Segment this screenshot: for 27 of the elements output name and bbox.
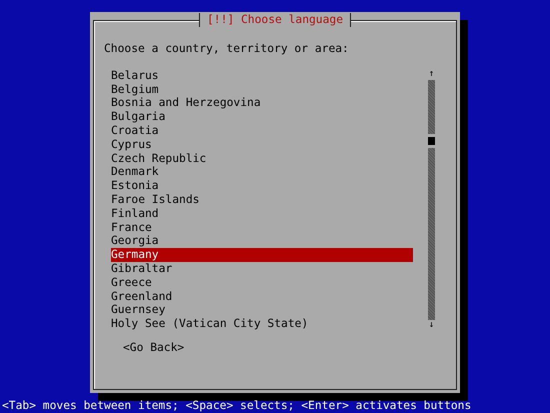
list-item[interactable]: Bulgaria xyxy=(111,110,413,124)
list-item[interactable]: Gibraltar xyxy=(111,262,413,276)
list-item[interactable]: Croatia xyxy=(111,124,413,138)
list-item[interactable]: Greece xyxy=(111,276,413,290)
help-line: <Tab> moves between items; <Space> selects; <Enter> activates buttons xyxy=(1,399,472,413)
list-item[interactable]: Greenland xyxy=(111,290,413,304)
list-item[interactable]: France xyxy=(111,220,413,234)
list-item[interactable]: Cyprus xyxy=(111,138,413,152)
prompt-text: Choose a country, territory or area: xyxy=(104,42,350,56)
list-item[interactable]: Belgium xyxy=(111,82,413,96)
list-item[interactable]: Czech Republic xyxy=(111,152,413,166)
list-item[interactable]: Estonia xyxy=(111,179,413,193)
list-item[interactable]: Faroe Islands xyxy=(111,192,413,207)
list-item[interactable]: Georgia xyxy=(111,234,413,248)
list-item[interactable]: Guernsey xyxy=(111,303,413,318)
list-item[interactable]: Holy See (Vatican City State) xyxy=(111,317,413,331)
scrollbar-track[interactable] xyxy=(428,80,435,320)
list-item[interactable]: Denmark xyxy=(111,165,413,180)
list-item[interactable]: Germany xyxy=(111,248,413,262)
dialog-title: [!!] Choose language xyxy=(198,13,352,27)
go-back-button[interactable]: <Go Back> xyxy=(123,340,184,355)
list-item[interactable]: Bosnia and Herzegovina xyxy=(111,96,413,110)
scroll-up-arrow[interactable]: ↑ xyxy=(428,68,434,80)
scrollbar-thumb[interactable] xyxy=(428,136,435,145)
scroll-down-arrow[interactable]: ↓ xyxy=(428,320,434,331)
list-item[interactable]: Finland xyxy=(111,206,413,221)
list-item[interactable]: Belarus xyxy=(111,68,413,83)
